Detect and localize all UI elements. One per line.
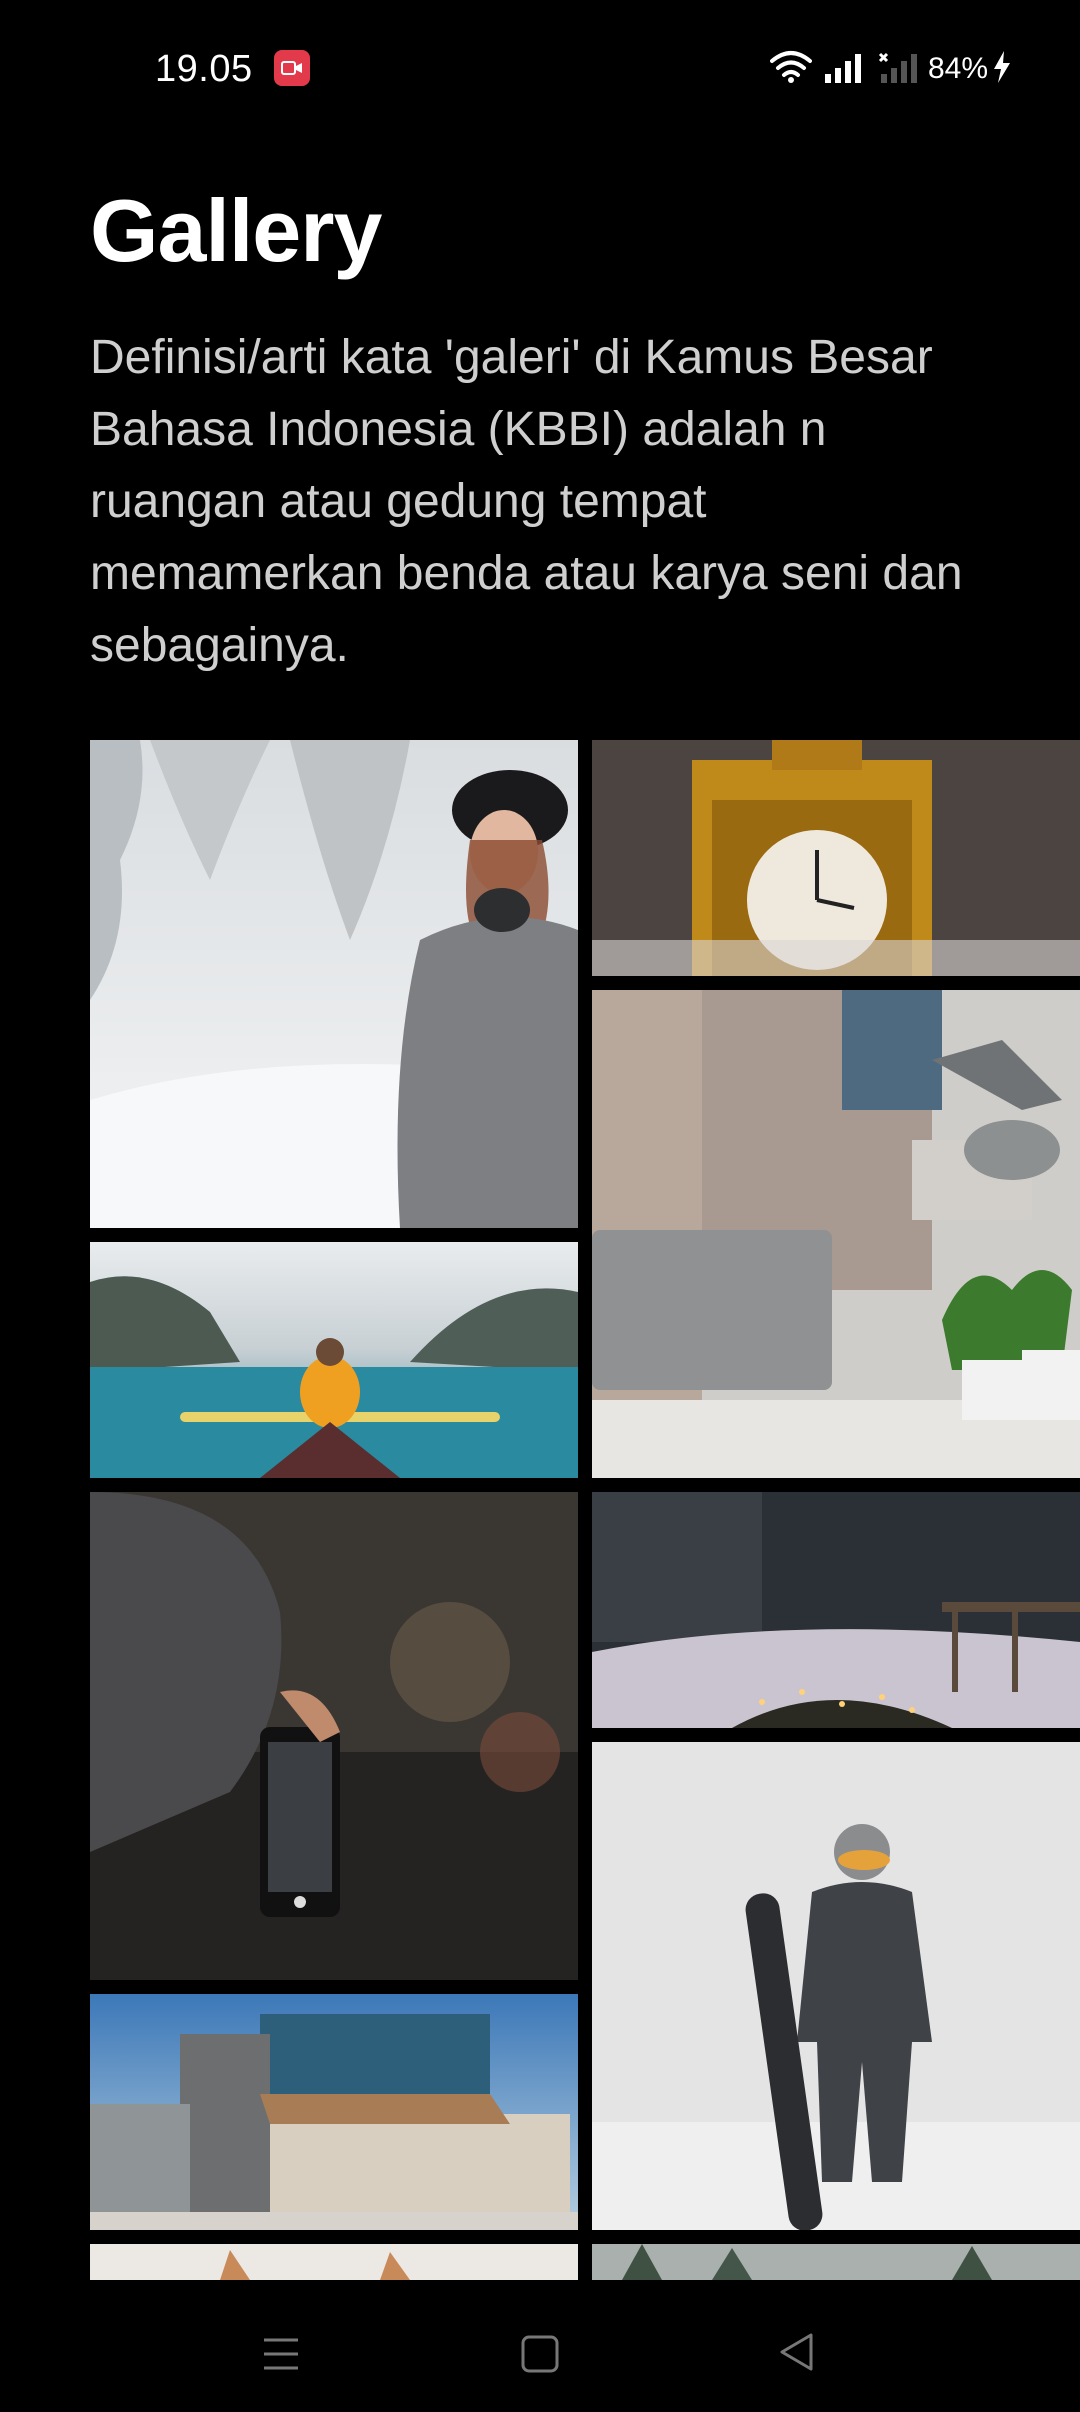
status-bar: 19.05 84% — [0, 0, 1080, 140]
page-description: Definisi/arti kata 'galeri' di Kamus Bes… — [90, 331, 963, 672]
golden-clock-photo[interactable] — [592, 740, 1080, 976]
charging-bolt-icon — [992, 50, 1012, 89]
laptop-desk-window-photo[interactable] — [592, 990, 1080, 1478]
battery-level: 84% — [928, 52, 989, 85]
phone-camera-photography-photo[interactable] — [90, 1492, 578, 1980]
wifi-icon — [770, 50, 812, 89]
signal-no-sim-icon — [878, 52, 922, 89]
winter-trees-photo[interactable] — [592, 2244, 1080, 2280]
snowy-street-lights-photo[interactable] — [592, 1492, 1080, 1728]
status-time: 19.05 — [155, 48, 253, 90]
home-icon[interactable] — [520, 2334, 560, 2379]
cat-photo[interactable] — [90, 2244, 578, 2280]
back-icon[interactable] — [778, 2332, 814, 2377]
menu-icon[interactable] — [262, 2336, 300, 2377]
gallery-grid — [90, 740, 1080, 2280]
snowboarder-in-snow-photo[interactable] — [592, 1742, 1080, 2230]
navigation-bar — [0, 2280, 1080, 2412]
kayak-in-fjord-photo[interactable] — [90, 1242, 578, 1478]
modern-building-photo[interactable] — [90, 1994, 578, 2230]
screen-record-icon — [274, 50, 310, 86]
page-title: Gallery — [90, 181, 382, 280]
signal-icon — [824, 52, 866, 89]
woman-in-snowy-forest-photo[interactable] — [90, 740, 578, 1228]
